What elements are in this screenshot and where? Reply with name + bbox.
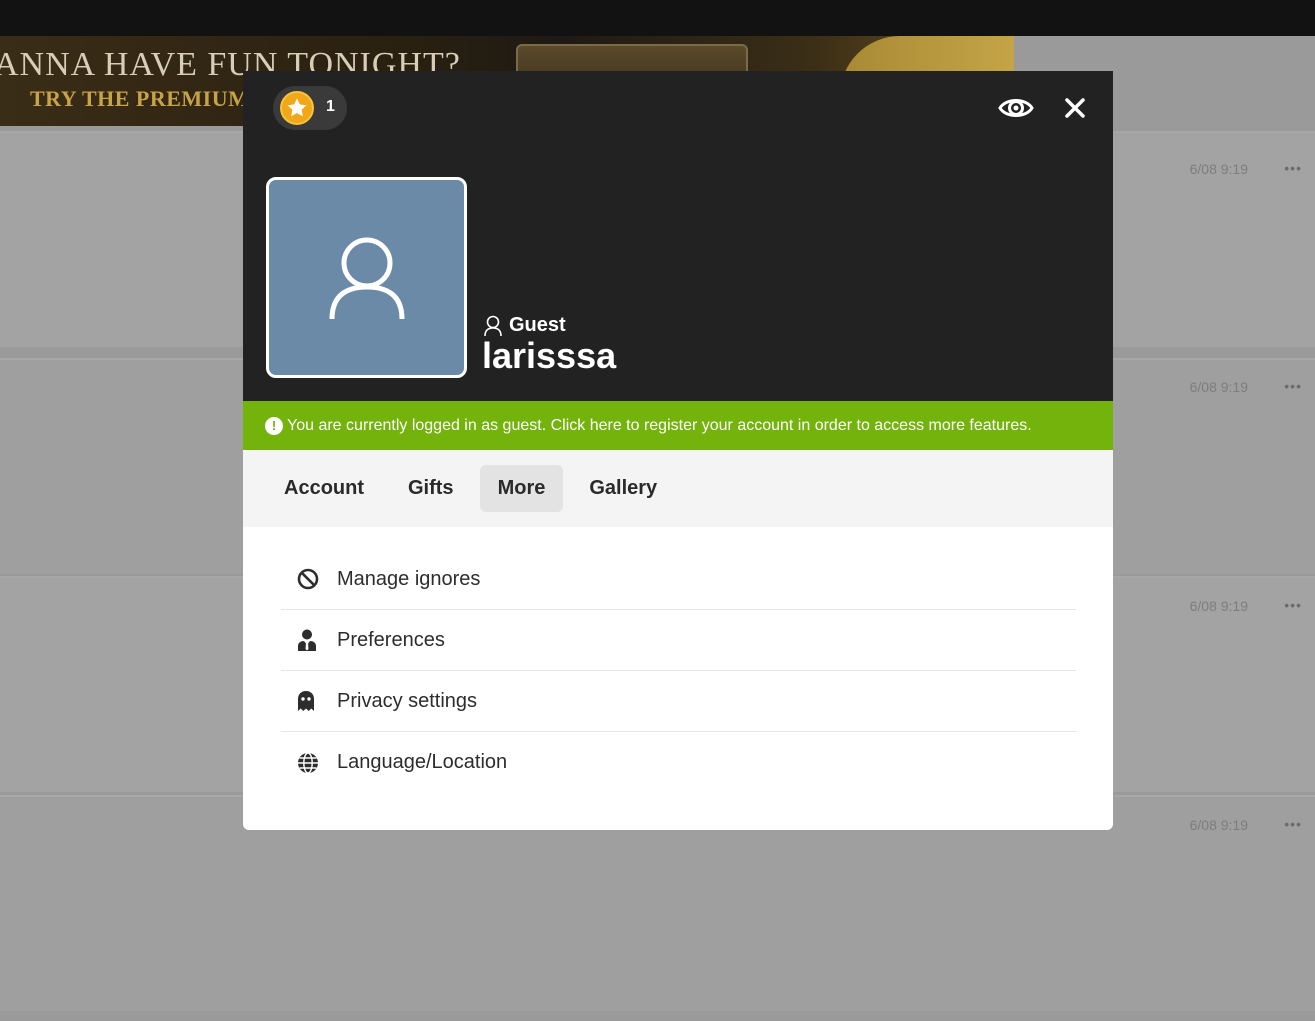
close-button[interactable] <box>1059 90 1091 126</box>
menu-item-language-location[interactable]: Language/Location <box>281 732 1076 793</box>
guest-notice-text: You are currently logged in as guest. Cl… <box>287 416 1032 434</box>
tab-gifts[interactable]: Gifts <box>390 465 472 512</box>
ban-icon <box>297 568 319 590</box>
user-rank: Guest <box>483 314 566 337</box>
feed-timestamp: 6/08 9:19 <box>1189 161 1248 177</box>
username: larisssa <box>482 335 617 376</box>
more-options-icon[interactable]: ••• <box>1284 160 1302 176</box>
more-menu: Manage ignores Preferences Privacy setti… <box>281 549 1076 793</box>
coin-count: 1 <box>326 98 335 115</box>
menu-item-privacy-settings[interactable]: Privacy settings <box>281 671 1076 732</box>
star-coin-icon <box>280 91 314 125</box>
menu-item-label: Preferences <box>337 628 445 651</box>
profile-modal: 1 Guest larisssa ! You are currently log… <box>243 71 1113 830</box>
tab-more[interactable]: More <box>479 465 564 512</box>
user-tie-icon <box>298 629 316 651</box>
profile-header: 1 Guest larisssa <box>243 71 1113 401</box>
menu-item-label: Language/Location <box>337 751 508 773</box>
user-rank-icon <box>484 315 502 336</box>
feed-timestamp: 6/08 9:19 <box>1189 598 1248 614</box>
top-bar <box>0 0 1315 36</box>
tab-gallery[interactable]: Gallery <box>571 465 675 512</box>
menu-item-preferences[interactable]: Preferences <box>281 610 1076 671</box>
coin-balance-chip[interactable]: 1 <box>273 86 347 130</box>
tab-account[interactable]: Account <box>266 465 382 512</box>
avatar[interactable] <box>266 177 467 378</box>
more-options-icon[interactable]: ••• <box>1284 597 1302 613</box>
banner-subline: TRY THE PREMIUM <box>30 86 250 111</box>
more-options-icon[interactable]: ••• <box>1284 816 1302 832</box>
feed-timestamp: 6/08 9:19 <box>1189 379 1248 395</box>
guest-register-notice[interactable]: ! You are currently logged in as guest. … <box>243 401 1113 450</box>
feed-timestamp: 6/08 9:19 <box>1189 817 1248 833</box>
menu-item-label: Privacy settings <box>337 689 478 712</box>
globe-icon <box>298 751 318 774</box>
user-rank-label: Guest <box>509 314 566 336</box>
view-profile-button[interactable] <box>996 90 1036 126</box>
alert-icon: ! <box>265 416 283 435</box>
ghost-icon <box>298 691 314 711</box>
menu-item-manage-ignores[interactable]: Manage ignores <box>281 549 1076 610</box>
menu-item-label: Manage ignores <box>337 567 481 590</box>
profile-tabs: Account Gifts More Gallery <box>243 450 1113 527</box>
more-options-icon[interactable]: ••• <box>1284 378 1302 394</box>
close-icon <box>1065 98 1085 118</box>
user-outline-icon <box>329 237 404 319</box>
eye-icon <box>998 99 1034 117</box>
